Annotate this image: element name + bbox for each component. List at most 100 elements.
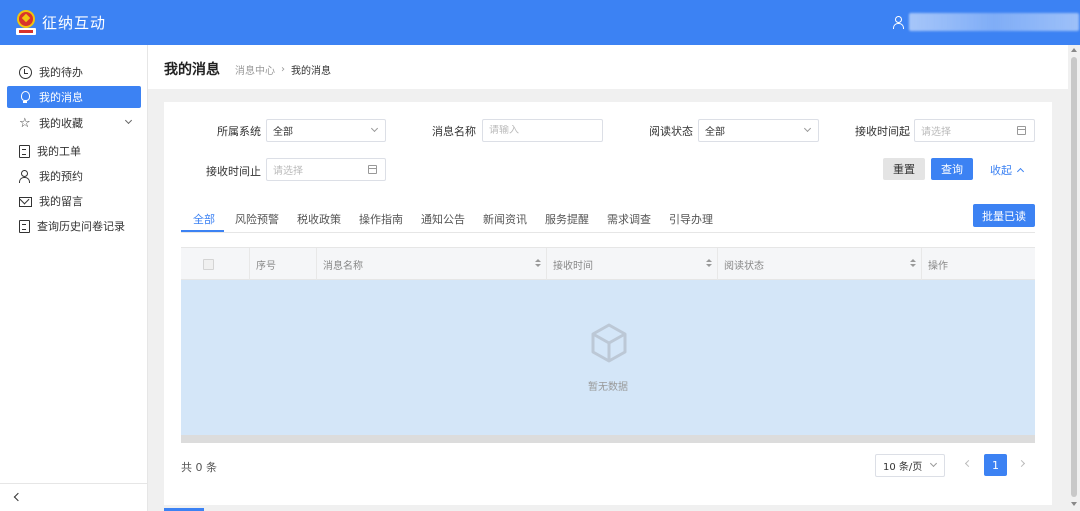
next-page-icon[interactable] [1017,459,1026,468]
tab-guided-handling[interactable]: 引导办理 [669,211,713,227]
message-table: 序号 消息名称 接收时间 阅读状态 操作 暂无数据 [181,247,1035,443]
scroll-down-icon[interactable] [1071,502,1077,506]
top-header: 征纳互动 [0,0,1080,45]
tab-all[interactable]: 全部 [193,211,215,227]
empty-box-icon [591,323,627,363]
table-horizontal-scrollbar[interactable] [181,435,1035,443]
sidebar-item-label: 我的预约 [39,170,83,183]
sidebar: 我的待办 我的消息 ☆ 我的收藏 我的工单 我的预约 我的留言 查询历史问卷记录 [0,45,148,511]
sort-icon[interactable] [535,259,541,269]
tax-emblem-logo [16,9,36,36]
message-type-tabs: 全部 风险预警 税收政策 操作指南 通知公告 新闻资讯 服务提醒 需求调查 引导… [181,206,1035,233]
sidebar-collapse-button[interactable] [0,483,147,511]
total-count: 共 0 条 [181,461,217,474]
chevron-down-icon [370,124,379,133]
document-icon [19,144,30,158]
app-title: 征纳互动 [42,14,107,32]
sort-icon[interactable] [910,259,916,269]
sidebar-item-favorites[interactable]: ☆ 我的收藏 [7,112,141,134]
read-status-select[interactable]: 全部 [698,119,819,142]
message-name-label: 消息名称 [432,125,476,138]
column-header-message-name[interactable]: 消息名称 [316,248,546,280]
read-status-label: 阅读状态 [649,125,693,138]
calendar-icon [368,165,377,174]
star-icon: ☆ [19,115,31,131]
column-header-read-status[interactable]: 阅读状态 [717,248,921,280]
table-empty-body: 暂无数据 [181,280,1035,435]
search-button[interactable]: 查询 [931,158,973,180]
user-menu[interactable] [893,13,1079,31]
page-size-value: 10 条/页 [883,462,923,473]
chevron-up-icon [1016,167,1025,176]
table-header: 序号 消息名称 接收时间 阅读状态 操作 [181,247,1035,280]
system-select[interactable]: 全部 [266,119,386,142]
prev-page-icon[interactable] [964,459,973,468]
message-name-input[interactable] [489,125,602,136]
read-status-select-value: 全部 [705,127,725,138]
sidebar-item-survey-history[interactable]: 查询历史问卷记录 [7,215,141,237]
mail-icon [19,196,32,207]
page-title: 我的消息 [164,62,220,78]
message-name-field[interactable] [482,119,603,142]
receive-end-picker[interactable]: 请选择 [266,158,386,181]
select-all-checkbox[interactable] [203,258,214,270]
tab-risk-warning[interactable]: 风险预警 [235,211,279,227]
page-size-select[interactable]: 10 条/页 [875,454,945,477]
document-icon [19,219,30,233]
column-header-index: 序号 [249,248,316,280]
page-scrollbar[interactable] [1068,45,1080,511]
receive-end-label: 接收时间止 [206,165,261,178]
breadcrumb: 消息中心 › 我的消息 [235,62,331,77]
breadcrumb-separator-icon: › [281,64,285,75]
active-tab-indicator [181,230,224,232]
tab-notices[interactable]: 通知公告 [421,211,465,227]
scrollbar-thumb[interactable] [1071,57,1077,497]
scroll-up-icon[interactable] [1071,48,1077,52]
chevron-down-icon[interactable] [124,116,133,125]
message-card: 所属系统 全部 消息名称 阅读状态 全部 接收时间起 请选择 接收时间止 请选择… [164,102,1052,505]
sidebar-item-label: 我的留言 [39,195,83,208]
chevron-down-icon [929,459,938,468]
user-icon [893,14,904,30]
collapse-label: 收起 [990,164,1012,177]
calendar-icon [1017,126,1026,135]
tab-service-reminder[interactable]: 服务提醒 [545,211,589,227]
receive-start-label: 接收时间起 [855,125,910,138]
tab-news[interactable]: 新闻资讯 [483,211,527,227]
sidebar-item-messages[interactable]: 我的消息 [7,86,141,108]
tab-tax-policy[interactable]: 税收政策 [297,211,341,227]
receive-end-placeholder: 请选择 [273,166,303,177]
receive-start-placeholder: 请选择 [921,127,951,138]
sidebar-item-label: 我的消息 [39,91,83,104]
empty-text: 暂无数据 [588,382,628,393]
breadcrumb-current: 我的消息 [291,66,331,77]
sidebar-item-comments[interactable]: 我的留言 [7,190,141,212]
sidebar-item-tickets[interactable]: 我的工单 [7,140,141,162]
reset-button[interactable]: 重置 [883,158,925,180]
system-select-value: 全部 [273,127,293,138]
collapse-filters-link[interactable]: 收起 [990,162,1025,178]
column-header-receive-time[interactable]: 接收时间 [546,248,717,280]
breadcrumb-parent[interactable]: 消息中心 [235,62,275,77]
tab-operation-guide[interactable]: 操作指南 [359,211,403,227]
column-header-actions: 操作 [921,248,1035,280]
sidebar-item-label: 我的工单 [37,145,81,158]
batch-read-button[interactable]: 批量已读 [973,204,1035,227]
sidebar-item-label: 查询历史问卷记录 [37,220,125,233]
sidebar-item-label: 我的收藏 [39,117,83,130]
user-name-redacted [909,13,1079,31]
sidebar-item-appointments[interactable]: 我的预约 [7,165,141,187]
receive-start-picker[interactable]: 请选择 [914,119,1035,142]
chevron-left-icon [13,492,23,502]
page-header: 我的消息 消息中心 › 我的消息 [148,45,1068,89]
sort-icon[interactable] [706,259,712,269]
bulb-icon [19,90,32,104]
sidebar-item-todo[interactable]: 我的待办 [7,61,141,83]
tab-demand-survey[interactable]: 需求调查 [607,211,651,227]
person-icon [19,169,32,183]
chevron-down-icon [803,124,812,133]
clock-icon [19,65,32,79]
page-number-current[interactable]: 1 [984,454,1007,476]
select-all-cell [181,248,249,280]
sidebar-item-label: 我的待办 [39,66,83,79]
